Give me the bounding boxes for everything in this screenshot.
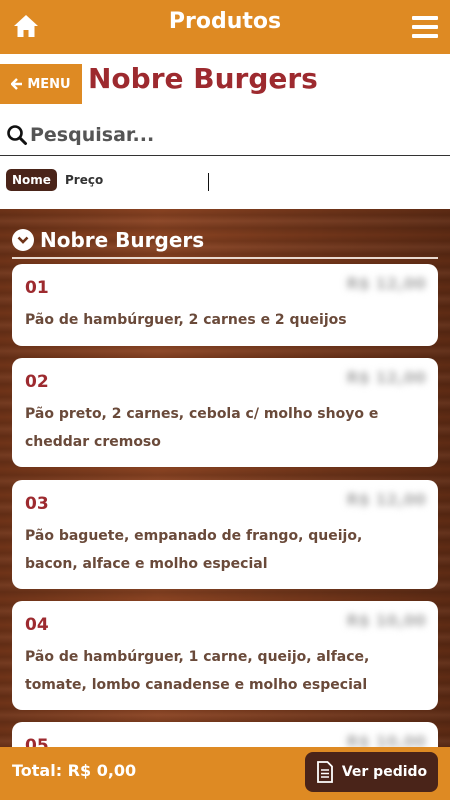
text-cursor <box>208 173 209 191</box>
product-price: R$ 12,00 <box>346 490 426 509</box>
document-icon <box>316 761 333 783</box>
product-card[interactable]: 01 R$ 12,00 Pão de hambúrguer, 2 carnes … <box>12 264 438 346</box>
product-price: R$ 12,00 <box>346 368 426 387</box>
product-description: Pão de hambúrguer, 1 carne, queijo, alfa… <box>25 649 370 693</box>
product-description: Pão baguete, empanado de frango, queijo,… <box>25 528 363 572</box>
page-title: Produtos <box>168 9 282 34</box>
sort-by-price-button[interactable]: Preço <box>65 173 103 187</box>
product-description: Pão preto, 2 carnes, cebola c/ molho sho… <box>25 406 379 450</box>
hamburger-menu-icon[interactable] <box>412 16 438 38</box>
top-bar: Produtos <box>0 0 450 54</box>
product-number: 03 <box>25 494 49 514</box>
product-card[interactable]: 03 R$ 12,00 Pão baguete, empanado de fra… <box>12 480 438 589</box>
category-title: Nobre Burgers <box>40 228 205 252</box>
product-card[interactable]: 04 R$ 10,00 Pão de hambúrguer, 1 carne, … <box>12 601 438 710</box>
sort-bar: Nome Preço <box>0 157 450 209</box>
footer-bar: Total: R$ 0,00 Ver pedido <box>0 747 450 800</box>
category-header[interactable]: Nobre Burgers <box>12 223 438 259</box>
product-description: Pão de hambúrguer, 2 carnes e 2 queijos <box>25 312 347 328</box>
product-number: 02 <box>25 372 49 392</box>
search-icon <box>7 125 27 145</box>
view-order-button[interactable]: Ver pedido <box>305 752 438 792</box>
product-number: 04 <box>25 615 49 635</box>
restaurant-title: Nobre Burgers <box>88 62 318 95</box>
arrow-left-icon <box>11 78 23 90</box>
search-bar <box>0 116 450 156</box>
product-card[interactable]: 02 R$ 12,00 Pão preto, 2 carnes, cebola … <box>12 358 438 467</box>
menu-back-button[interactable]: MENU <box>0 64 82 104</box>
menu-button-label: MENU <box>27 76 71 92</box>
product-price: R$ 12,00 <box>346 274 426 293</box>
order-total: Total: R$ 0,00 <box>12 761 137 780</box>
product-number: 01 <box>25 278 49 298</box>
view-order-label: Ver pedido <box>341 764 428 780</box>
chevron-down-icon <box>12 229 34 251</box>
product-price: R$ 10,00 <box>346 611 426 630</box>
sort-by-name-button[interactable]: Nome <box>6 169 57 191</box>
search-input[interactable] <box>30 121 430 149</box>
product-list: Nobre Burgers 01 R$ 12,00 Pão de hambúrg… <box>0 209 450 800</box>
